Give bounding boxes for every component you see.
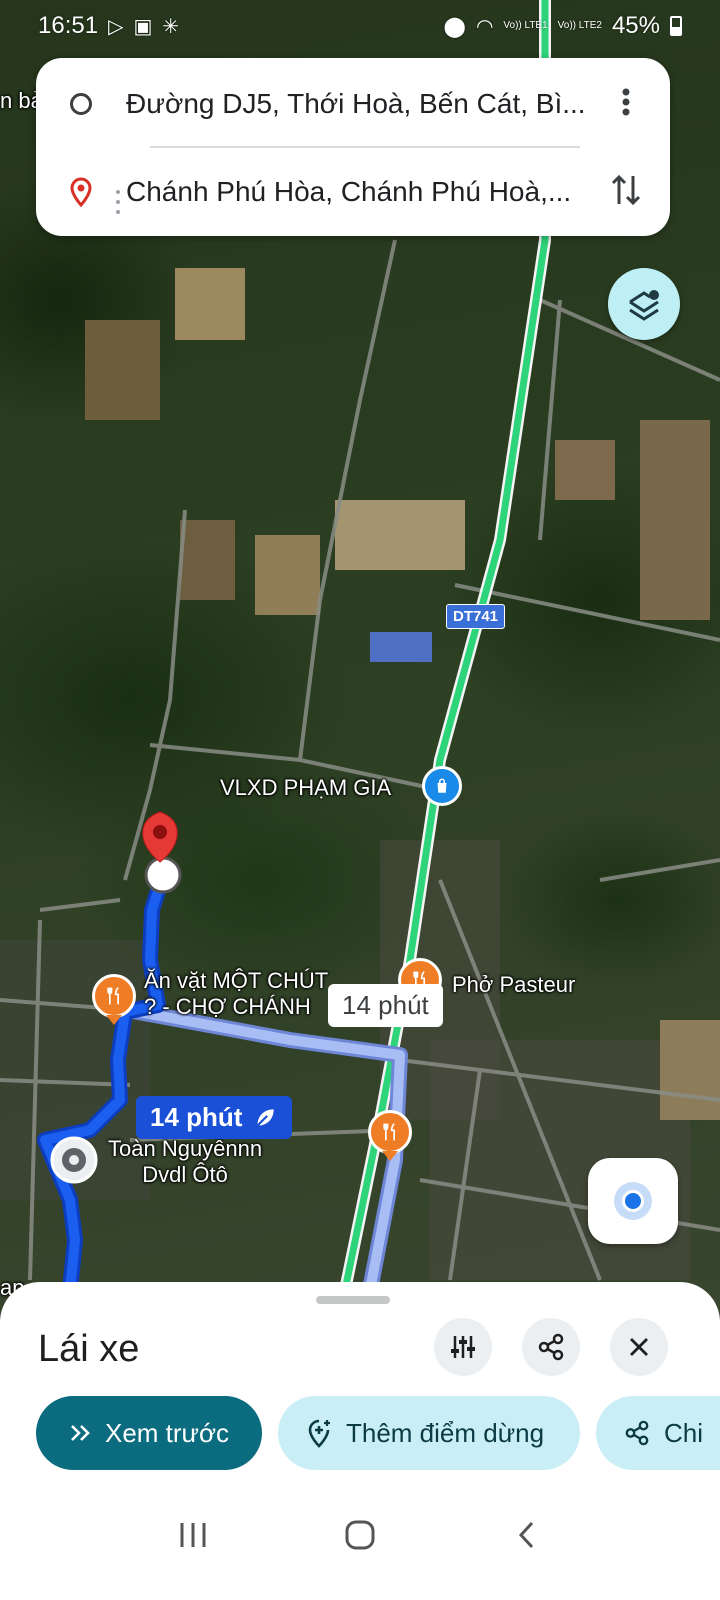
add-location-icon bbox=[308, 1419, 330, 1448]
restaurant-icon[interactable] bbox=[92, 974, 136, 1018]
status-time: 16:51 bbox=[38, 12, 99, 39]
origin-circle-icon bbox=[70, 93, 92, 115]
add-stop-label: Thêm điểm dừng bbox=[346, 1417, 545, 1448]
route-time-primary: 14 phút bbox=[150, 1102, 243, 1132]
my-location-button[interactable] bbox=[588, 1158, 678, 1244]
layers-button[interactable] bbox=[608, 268, 680, 340]
battery-level: 45% bbox=[611, 12, 660, 39]
route-time-alt-chip[interactable]: 14 phút bbox=[328, 984, 443, 1027]
share-directions-chip[interactable]: Chi bbox=[596, 1396, 720, 1470]
eco-leaf-icon bbox=[257, 1108, 275, 1126]
layers-icon bbox=[629, 290, 659, 321]
more-vert-icon[interactable] bbox=[606, 82, 646, 122]
double-chevron-icon bbox=[71, 1425, 90, 1441]
travel-mode-title: Lái xe bbox=[38, 1328, 140, 1370]
origin-text[interactable]: Đường DJ5, Thới Hoà, Bến Cát, Bì... bbox=[126, 88, 596, 120]
preview-button[interactable]: Xem trước bbox=[36, 1396, 262, 1470]
poi-label-toan-line2: Dvdl Ôtô bbox=[142, 1162, 228, 1188]
poi-label-vlxd[interactable]: VLXD PHẠM GIA bbox=[220, 775, 391, 801]
back-icon bbox=[518, 1521, 533, 1549]
route-time-primary-chip[interactable]: 14 phút bbox=[136, 1096, 293, 1139]
destination-row[interactable]: Chánh Phú Hòa, Chánh Phú Hoà,... bbox=[36, 152, 670, 232]
poi-label-anvat-line2: ? - CHỢ CHÁNH bbox=[144, 994, 311, 1020]
poi-label-toan[interactable]: Toàn Nguyênnn Dvdl Ôtô bbox=[108, 1136, 262, 1189]
share-chip-label: Chi bbox=[664, 1417, 704, 1448]
route-options-button[interactable] bbox=[434, 1318, 492, 1376]
my-location-icon bbox=[622, 1190, 644, 1212]
restaurant-icon[interactable] bbox=[368, 1110, 412, 1154]
poi-label-anvat[interactable]: Ăn vặt MỘT CHÚT ? - CHỢ CHÁNH bbox=[144, 968, 328, 1021]
recents-icon bbox=[180, 1523, 206, 1547]
close-icon bbox=[630, 1338, 648, 1356]
status-bar: 16:51 ▷ ▣ ✳ ⬤ ◠ Vo)) LTE1 Vo)) LTE2 45% bbox=[0, 0, 720, 52]
poi-label-toan-line1: Toàn Nguyênnn bbox=[108, 1136, 263, 1161]
home-button[interactable] bbox=[330, 1505, 390, 1565]
road-shield-dt741: DT741 bbox=[446, 604, 506, 629]
swap-vertical-icon[interactable] bbox=[606, 170, 646, 210]
shopping-bag-icon[interactable] bbox=[422, 766, 462, 806]
add-stop-button[interactable]: Thêm điểm dừng bbox=[278, 1396, 580, 1470]
card-divider bbox=[150, 146, 580, 148]
recents-button[interactable] bbox=[163, 1505, 223, 1565]
lte2-signal: Vo)) LTE2 bbox=[557, 20, 602, 31]
preview-label: Xem trước bbox=[104, 1417, 230, 1448]
sparkle-icon: ✳ bbox=[162, 15, 180, 38]
lte1-signal: Vo)) LTE1 bbox=[503, 20, 548, 31]
close-button[interactable] bbox=[610, 1318, 668, 1376]
share-icon bbox=[625, 1420, 649, 1446]
share-icon bbox=[538, 1333, 564, 1361]
home-icon bbox=[345, 1520, 375, 1550]
directions-card: Đường DJ5, Thới Hoà, Bến Cát, Bì... Chán… bbox=[36, 58, 670, 236]
battery-icon bbox=[670, 16, 682, 36]
back-button[interactable] bbox=[497, 1505, 557, 1565]
poi-label-anvat-line1: Ăn vặt MỘT CHÚT bbox=[144, 968, 329, 993]
play-store-icon: ▷ bbox=[108, 15, 124, 38]
origin-row[interactable]: Đường DJ5, Thới Hoà, Bến Cát, Bì... bbox=[36, 64, 670, 144]
wifi-icon: ◠ bbox=[475, 15, 494, 38]
destination-pin-icon bbox=[70, 177, 92, 207]
poi-label-pho[interactable]: Phở Pasteur bbox=[452, 972, 575, 998]
tune-icon bbox=[451, 1336, 475, 1358]
photo-icon: ▣ bbox=[133, 15, 153, 38]
sheet-drag-handle[interactable] bbox=[316, 1296, 390, 1304]
destination-text[interactable]: Chánh Phú Hòa, Chánh Phú Hoà,... bbox=[126, 176, 596, 208]
share-button[interactable] bbox=[522, 1318, 580, 1376]
route-time-alt: 14 phút bbox=[342, 990, 429, 1020]
location-icon: ⬤ bbox=[443, 15, 466, 38]
system-nav-bar bbox=[0, 1470, 720, 1600]
